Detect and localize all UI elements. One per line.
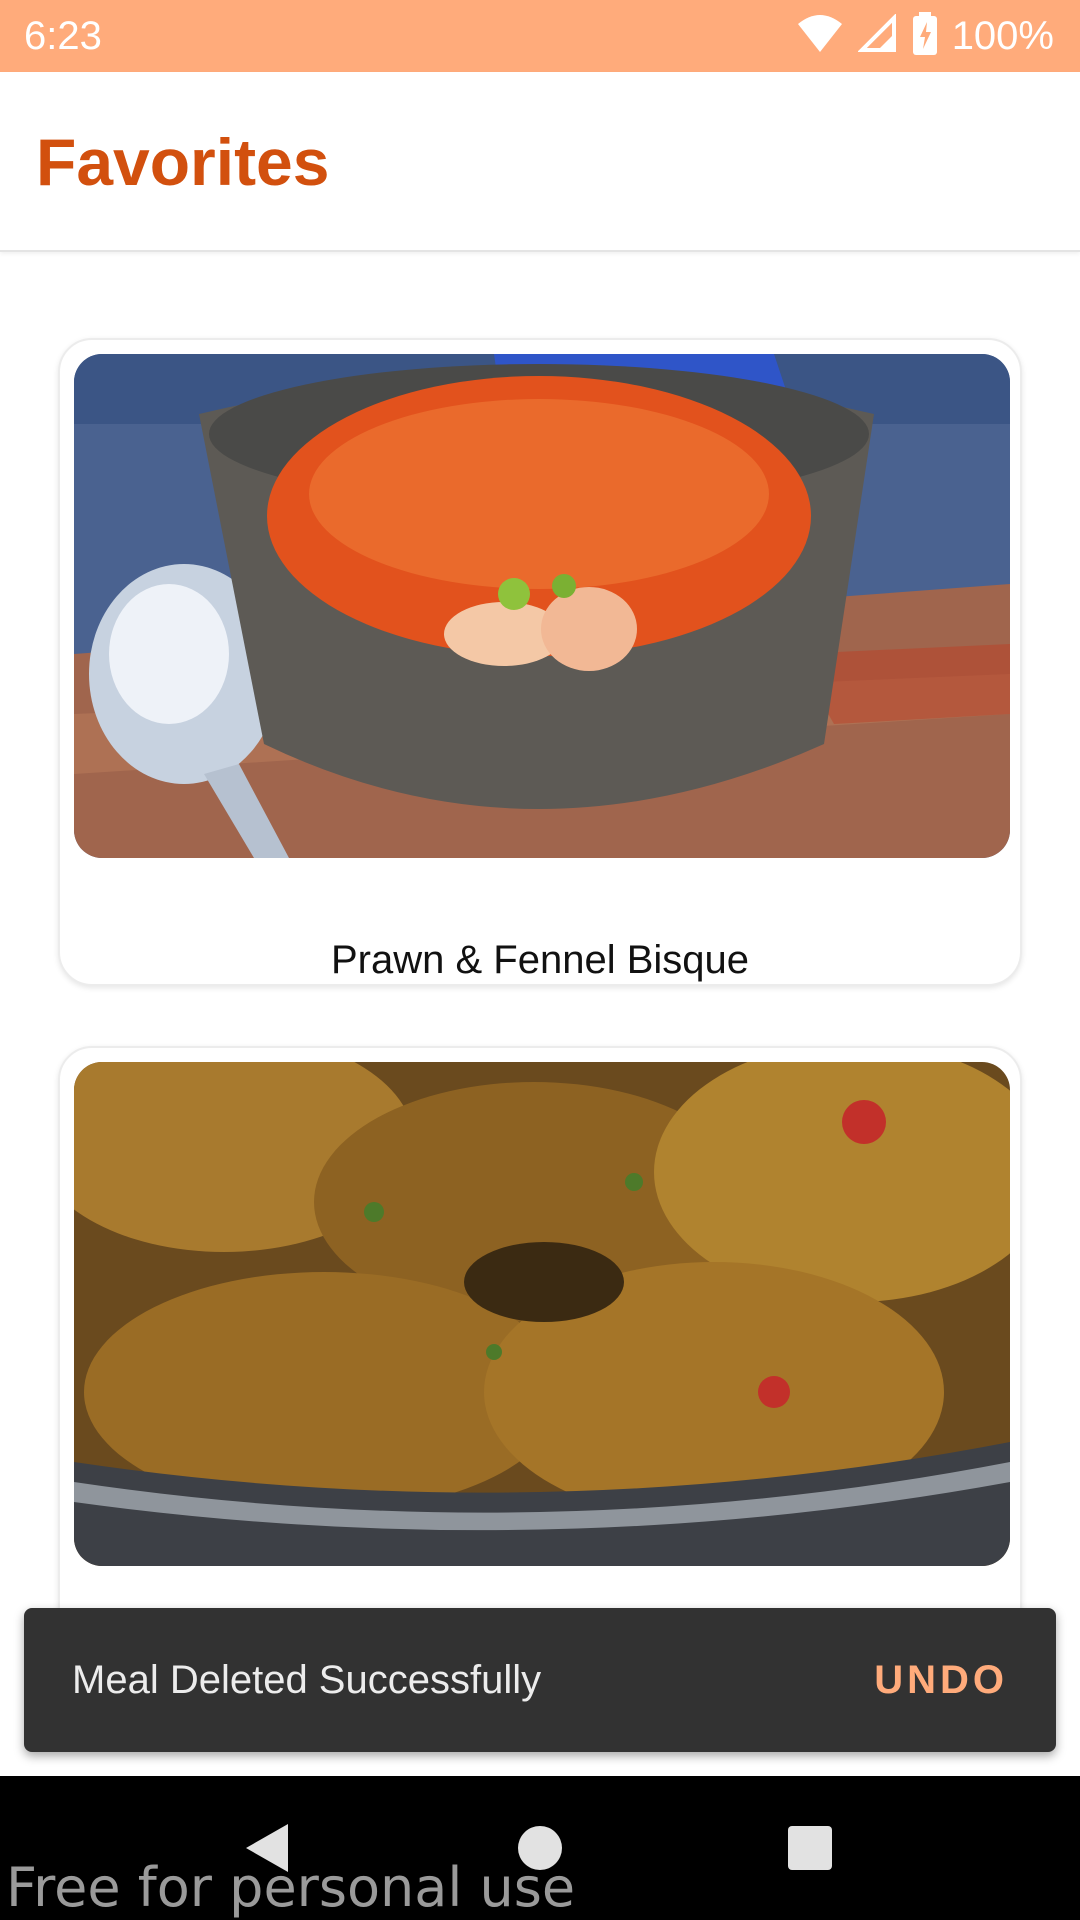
battery-percentage: 100% — [951, 13, 1054, 58]
watermark-text: Free for personal use — [6, 1856, 576, 1919]
status-bar: 6:23 100% — [0, 0, 1080, 72]
meal-card[interactable]: Prawn & Fennel Bisque — [58, 338, 1022, 986]
favorites-screen: 6:23 100% Favorites Prawn & Fennel Bisqu… — [0, 0, 1080, 1920]
meal-name: Prawn & Fennel Bisque — [330, 938, 749, 982]
status-time: 6:23 — [24, 13, 102, 58]
prawn-bisque-photo — [74, 354, 1010, 858]
recents-icon[interactable] — [774, 1812, 846, 1884]
meal-card[interactable] — [58, 1046, 1022, 1686]
meal-image — [74, 354, 1010, 858]
meal-image — [74, 1062, 1010, 1566]
page-title: Favorites — [36, 125, 330, 199]
chicken-curry-photo — [74, 1062, 1010, 1566]
undo-button[interactable]: UNDO — [874, 1658, 1008, 1703]
snackbar-message: Meal Deleted Successfully — [72, 1657, 542, 1702]
battery-charging-icon — [912, 11, 938, 61]
wifi-icon — [796, 14, 844, 59]
app-bar: Favorites — [0, 72, 1080, 252]
status-icons: 100% — [796, 11, 1054, 61]
cell-signal-icon — [856, 12, 898, 59]
snackbar: Meal Deleted Successfully UNDO — [24, 1608, 1056, 1752]
